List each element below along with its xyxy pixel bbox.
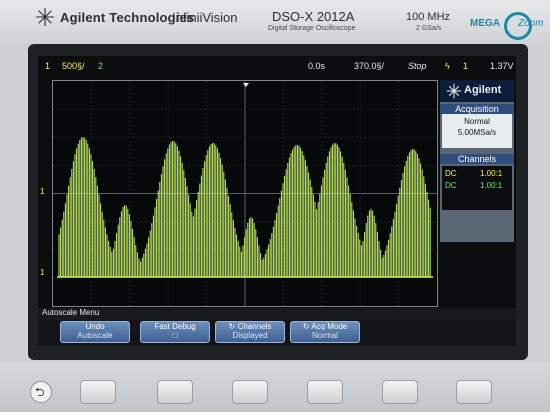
zoom-text: Zoom bbox=[518, 18, 544, 29]
trigger-edge-icon: ϟ bbox=[445, 61, 450, 71]
model-description: Digital Storage Oscilloscope bbox=[268, 25, 356, 32]
oscilloscope-screen: 1 500§/ 2 0.0s 370.0§/ Stop ϟ 1 1.37V 1 … bbox=[38, 56, 516, 346]
trigger-level: 1.37V bbox=[490, 61, 514, 71]
channels-section: Channels DC 1.00:1 DC 1.00:1 bbox=[440, 152, 514, 214]
softkey-label: ↻ Channels bbox=[216, 322, 284, 331]
model-number: DSO-X 2012A bbox=[272, 9, 355, 24]
acq-mode-softkey[interactable]: ↻ Acq Mode Normal bbox=[290, 321, 360, 343]
softkey-label: Undo bbox=[85, 322, 105, 331]
ch1-probe: 1.00:1 bbox=[480, 169, 503, 178]
fast-debug-softkey[interactable]: Fast Debug □ bbox=[140, 321, 210, 343]
softkey-value: Autoscale bbox=[77, 331, 113, 340]
trigger-time-marker bbox=[243, 83, 249, 87]
acquisition-title: Acquisition bbox=[440, 104, 514, 114]
ch1-level-marker: 1 bbox=[40, 187, 45, 196]
acquisition-mode: Normal bbox=[464, 117, 490, 126]
panel-header: Agilent bbox=[440, 80, 514, 102]
softkey-label: Fast Debug bbox=[154, 322, 196, 331]
trigger-source: 1 bbox=[463, 61, 469, 71]
time-position: 0.0s bbox=[308, 61, 326, 71]
run-state: Stop bbox=[408, 61, 427, 71]
checkbox-icon: □ bbox=[172, 331, 178, 340]
panel-brand: Agilent bbox=[464, 84, 502, 96]
hardware-softkey-6[interactable] bbox=[456, 380, 492, 404]
ch1-scale: 500§/ bbox=[62, 61, 85, 71]
hardware-softkey-4[interactable] bbox=[307, 380, 343, 404]
model-name: InfiniiVision bbox=[172, 10, 238, 25]
status-bar: 1 500§/ 2 0.0s 370.0§/ Stop ϟ 1 1.37V bbox=[38, 56, 516, 78]
top-bezel: Agilent Technologies InfiniiVision DSO-X… bbox=[0, 0, 550, 44]
ch1-ground-marker: 1 bbox=[40, 268, 45, 277]
acquisition-rate: 5.00MSa/s bbox=[457, 128, 497, 137]
graticule bbox=[52, 80, 438, 307]
sample-rate-label: 2 GSa/s bbox=[416, 25, 442, 32]
softkey-value: Normal bbox=[312, 331, 338, 340]
channels-title: Channels bbox=[440, 154, 514, 164]
mega-text: MEGA bbox=[470, 18, 500, 29]
menu-title: Autoscale Menu bbox=[42, 308, 100, 317]
softkey-value: Displayed bbox=[232, 331, 268, 340]
ch2-badge[interactable]: 2 bbox=[98, 61, 103, 71]
back-arrow-icon: ⮌ bbox=[35, 385, 45, 399]
time-scale: 370.0§/ bbox=[354, 61, 385, 71]
ch2-probe: 1.00:1 bbox=[480, 181, 503, 190]
hardware-softkey-3[interactable] bbox=[232, 380, 268, 404]
hardware-softkey-1[interactable] bbox=[80, 380, 116, 404]
hardware-softkey-2[interactable] bbox=[157, 380, 193, 404]
agilent-spark-icon bbox=[446, 83, 462, 99]
softkey-label-text: Acq Mode bbox=[311, 322, 348, 331]
rotate-knob-icon: ↻ bbox=[302, 322, 312, 331]
ch2-coupling: DC bbox=[445, 181, 457, 190]
menu-title-bar: Autoscale Menu bbox=[38, 308, 516, 320]
undo-autoscale-softkey[interactable]: Undo Autoscale bbox=[60, 321, 130, 343]
agilent-spark-icon bbox=[36, 8, 54, 26]
channels-displayed-softkey[interactable]: ↻ Channels Displayed bbox=[215, 321, 285, 343]
back-button[interactable]: ⮌ bbox=[30, 381, 52, 403]
ch1-badge[interactable]: 1 bbox=[45, 61, 50, 71]
bandwidth-label: 100 MHz bbox=[406, 11, 451, 23]
channels-box: DC 1.00:1 DC 1.00:1 bbox=[442, 166, 512, 210]
hardware-softkey-5[interactable] bbox=[382, 380, 418, 404]
softkey-label-text: Channels bbox=[237, 322, 272, 331]
softkey-label: ↻ Acq Mode bbox=[291, 322, 359, 331]
megazoom-logo: MEGA Zoom bbox=[470, 12, 544, 40]
rotate-knob-icon: ↻ bbox=[228, 322, 238, 331]
waveform-display bbox=[53, 81, 437, 306]
ch1-coupling: DC bbox=[445, 169, 457, 178]
